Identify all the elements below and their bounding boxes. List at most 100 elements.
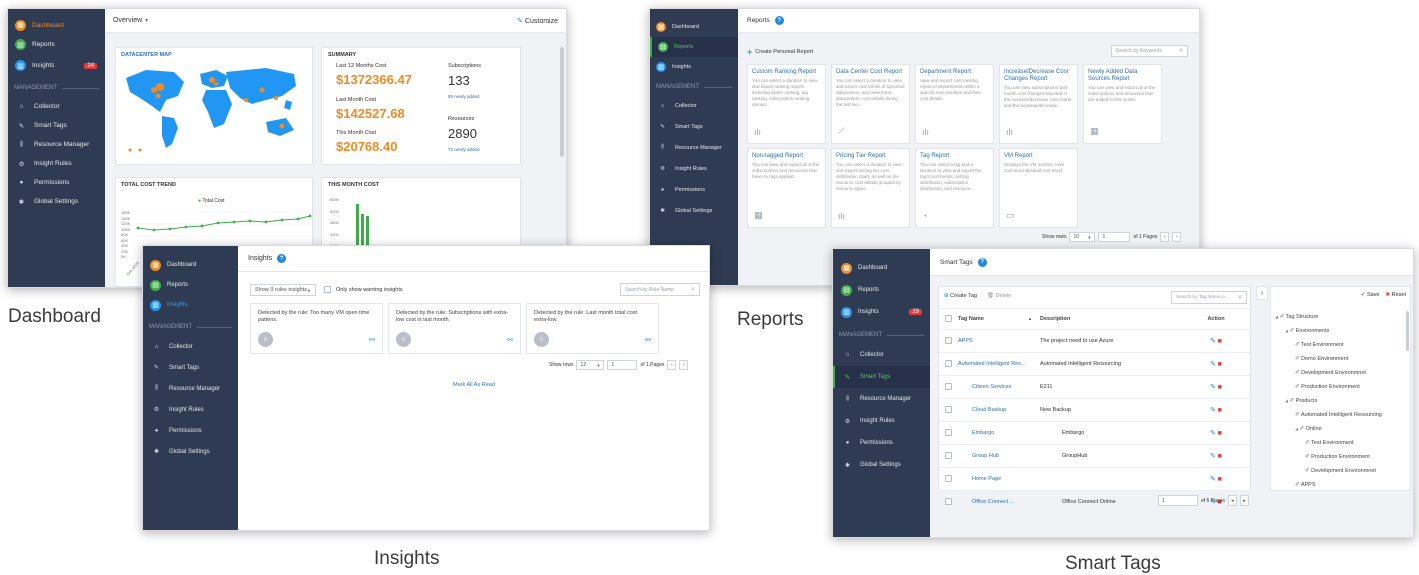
tag-name-link[interactable]: Group Hub — [958, 453, 1036, 459]
report-tile[interactable]: Non-tagged Report You can view and export… — [747, 148, 826, 228]
edit-icon[interactable]: ✎ — [1210, 338, 1216, 345]
row-checkbox[interactable] — [945, 428, 952, 436]
tag-name-link[interactable]: Citizen Services — [958, 384, 1036, 390]
row-checkbox[interactable] — [945, 405, 952, 413]
sidebar-item-smart-tags[interactable]: ✎ Smart Tags — [650, 116, 738, 137]
report-tile[interactable]: Tag Report You can select a tag and a dur… — [915, 148, 994, 228]
sidebar-item-global-settings[interactable]: ✱ Global Settings — [8, 192, 105, 211]
link-icon[interactable]: ⚯ — [645, 336, 651, 344]
report-tile[interactable]: Increase/Decrease Cost Changes Report You… — [999, 64, 1078, 144]
sidebar-item-collector[interactable]: ⌂ Collector — [8, 97, 105, 116]
tree-node[interactable]: ✐ Demo Environment — [1295, 356, 1348, 362]
tag-search-input[interactable]: Search by Tag Name o... ⌕ — [1171, 291, 1247, 304]
tree-node[interactable]: ✐ Test Environment — [1305, 440, 1354, 446]
tree-node[interactable]: ◢ ✐ Environments — [1285, 328, 1329, 334]
tag-name-link[interactable]: Home Page — [958, 476, 1036, 482]
trash-icon[interactable]: ■ — [1218, 453, 1222, 460]
tree-node[interactable]: ✐ Development Environmnet — [1305, 468, 1376, 474]
table-row[interactable]: Automated Intelligent Res... Automated In… — [939, 352, 1250, 375]
sidebar-item-insights[interactable]: ▥ Insights — [650, 57, 738, 77]
scrollbar[interactable] — [560, 47, 564, 157]
prev-page-button[interactable]: ‹ — [1160, 232, 1170, 242]
sidebar-item-resource-manager[interactable]: ⫼ Resource Manager — [650, 137, 738, 158]
trash-icon[interactable]: ■ — [1218, 384, 1222, 391]
page-input[interactable]: 1 — [607, 360, 638, 370]
tree-node[interactable]: ◢ ✐ Products — [1285, 398, 1317, 404]
sidebar-item-insights[interactable]: ▥ Insights 29 — [833, 301, 930, 323]
sidebar-item-dashboard[interactable]: ▦ Dashboard — [833, 257, 930, 279]
next-page-button[interactable]: › — [679, 360, 689, 370]
collapse-panel-button[interactable]: › — [1256, 286, 1268, 300]
table-row[interactable]: Home Page ✎ ■ — [939, 467, 1250, 490]
next-page-button[interactable]: ▸ — [1239, 495, 1249, 506]
sidebar-item-reports[interactable]: ▤ Reports — [650, 37, 738, 57]
row-checkbox[interactable] — [945, 474, 952, 482]
col-tag-name[interactable]: Tag Name ▲ — [958, 316, 1036, 322]
rows-select[interactable]: 10 ▼ — [1069, 232, 1096, 242]
sidebar-item-resource-manager[interactable]: ⫼ Resource Manager — [8, 135, 105, 154]
row-checkbox[interactable] — [945, 497, 952, 505]
tag-name-link[interactable]: Embargo — [958, 430, 1036, 436]
insight-card[interactable]: Detected by the rule: Too many VM open t… — [250, 303, 383, 354]
reset-button[interactable]: ✖ Reset — [1385, 292, 1406, 298]
next-page-button[interactable]: › — [1172, 232, 1182, 242]
row-checkbox[interactable] — [945, 336, 952, 344]
trash-icon[interactable]: ■ — [1218, 430, 1222, 437]
report-tile[interactable]: Department Report View and export cost ra… — [915, 64, 994, 144]
table-row[interactable]: Citizen Services E211 ✎ ■ — [939, 375, 1250, 398]
tree-node[interactable]: ✐ Production Environment — [1295, 384, 1360, 390]
tree-node[interactable]: ◢ ✐ Online — [1295, 426, 1322, 432]
sidebar-item-dashboard[interactable]: ▦ Dashboard — [8, 16, 105, 34]
warning-only-checkbox[interactable]: Only show warning insights — [324, 286, 403, 293]
sidebar-item-smart-tags[interactable]: ✎ Smart Tags — [833, 366, 930, 388]
sidebar-item-global-settings[interactable]: ✱ Global Settings — [143, 441, 238, 462]
edit-icon[interactable]: ✎ — [1210, 361, 1216, 368]
mark-all-read-link[interactable]: Mark All As Read — [453, 382, 495, 388]
sidebar-item-reports[interactable]: ▤ Reports — [143, 275, 238, 295]
sidebar-item-insight-rules[interactable]: ⚙ Insight Rules — [650, 158, 738, 179]
sidebar-item-collector[interactable]: ⌂ Collector — [650, 95, 738, 116]
prev-page-button[interactable]: ‹ — [667, 360, 677, 370]
report-tile[interactable]: Custom Ranking Report You can select a du… — [747, 64, 826, 144]
expand-caret-icon[interactable]: ◢ — [1295, 426, 1298, 431]
row-checkbox[interactable] — [945, 359, 952, 367]
report-tile[interactable]: VM Report Displays the VM number, total c… — [999, 148, 1078, 228]
report-tile[interactable]: Newly Added Data Sources Report You can v… — [1083, 64, 1162, 144]
resources-new-link[interactable]: 72 newly added — [448, 147, 480, 152]
sidebar-item-resource-manager[interactable]: ⫼ Resource Manager — [833, 388, 930, 410]
sidebar-item-global-settings[interactable]: ✱ Global Settings — [833, 454, 930, 476]
table-row[interactable]: Group Hub GroupHub ✎ ■ — [939, 444, 1250, 467]
link-icon[interactable]: ⚯ — [369, 336, 375, 344]
sidebar-item-reports[interactable]: ▤ Reports — [8, 34, 105, 55]
sidebar-item-smart-tags[interactable]: ✎ Smart Tags — [143, 357, 238, 378]
sidebar-item-global-settings[interactable]: ✱ Global Settings — [650, 200, 738, 221]
help-icon[interactable]: ? — [277, 254, 287, 263]
trash-icon[interactable]: ■ — [1218, 361, 1222, 368]
help-icon[interactable]: ? — [977, 257, 987, 267]
sidebar-item-insight-rules[interactable]: ⚙ Insight Rules — [833, 410, 930, 432]
overview-dropdown[interactable]: Overview ▼ — [113, 17, 149, 24]
edit-icon[interactable]: ✎ — [1210, 430, 1216, 437]
tree-scrollbar[interactable] — [1406, 311, 1409, 351]
table-row[interactable]: Cloud Backup New Backup ✎ ■ — [939, 398, 1250, 421]
delete-button[interactable]: 🗑 Delete — [987, 293, 1011, 299]
create-report-button[interactable]: + Create Personal Report — [747, 47, 813, 57]
tree-node[interactable]: ✐ Development Environmnet — [1295, 370, 1366, 376]
save-button[interactable]: ✔ Save — [1361, 292, 1380, 298]
row-checkbox[interactable] — [945, 382, 952, 390]
prev-page-button[interactable]: ◂ — [1227, 495, 1237, 506]
sidebar-item-permissions[interactable]: ● Permissions — [650, 179, 738, 200]
insight-card[interactable]: Detected by the rule: Subscriptions with… — [388, 303, 521, 354]
subscriptions-new-link[interactable]: 85 newly added — [448, 94, 480, 99]
sidebar-item-reports[interactable]: ▤ Reports — [833, 279, 930, 301]
table-row[interactable]: APPS The project need to use Azure ✎ ■ — [939, 329, 1250, 352]
tag-name-link[interactable]: Cloud Backup — [958, 407, 1036, 413]
link-icon[interactable]: ⚯ — [507, 336, 513, 344]
report-tile[interactable]: Pricing Tier Report You can select a dura… — [831, 148, 910, 228]
sidebar-item-insights[interactable]: ▥ Insights — [143, 295, 238, 315]
create-tag-button[interactable]: ⊞ Create Tag — [944, 293, 977, 299]
keywords-search-input[interactable]: Search by Keywords ⌕ — [1111, 45, 1188, 57]
tree-node[interactable]: ✐ Production Environment — [1305, 454, 1370, 460]
sidebar-item-insight-rules[interactable]: ⚙ Insight Rules — [8, 154, 105, 173]
tree-node[interactable]: ✐ Test Environment — [1295, 342, 1344, 348]
